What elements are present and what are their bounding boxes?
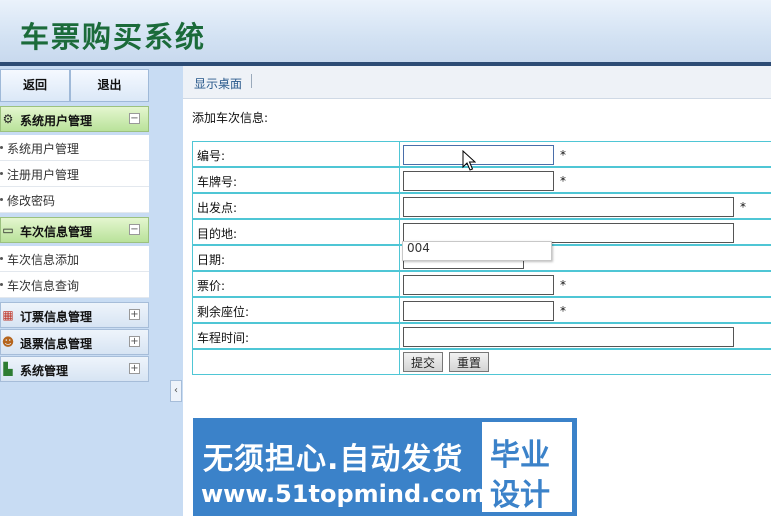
sidebar: 返回 退出 ⚙ 系统用户管理 − 系统用户管理 注册用户管理 修改密码 ▭ 车次…: [0, 66, 183, 516]
form-row-seats: 剩余座位: *: [192, 297, 771, 323]
form-row-duration: 车程时间:: [192, 323, 771, 349]
breadcrumb-divider: [251, 74, 252, 88]
label-cell: 编号:: [193, 142, 400, 166]
back-button[interactable]: 返回: [0, 69, 70, 102]
sidebar-item-train-add[interactable]: 车次信息添加: [0, 246, 149, 272]
app-title: 车票购买系统: [20, 20, 207, 54]
form-title: 添加车次信息:: [192, 111, 269, 125]
form-row-actions: 提交 重置: [192, 349, 771, 375]
autocomplete-option[interactable]: 004: [407, 241, 430, 255]
required-mark: *: [560, 304, 566, 318]
bullet-icon: [0, 146, 3, 149]
expand-icon[interactable]: +: [129, 309, 140, 320]
required-mark: *: [560, 278, 566, 292]
label-cell: 车牌号:: [193, 168, 400, 192]
gear-icon: ⚙: [2, 112, 14, 126]
departure-input[interactable]: [403, 197, 734, 217]
logout-button[interactable]: 退出: [70, 69, 149, 102]
form-row-departure: 出发点: *: [192, 193, 771, 219]
expand-icon[interactable]: +: [129, 336, 140, 347]
monitor-icon: ▭: [2, 223, 14, 237]
sidebar-collapse-button[interactable]: ‹: [170, 380, 182, 402]
sidebar-top-buttons: 返回 退出: [0, 69, 149, 102]
badge-line-2: 设计: [490, 478, 550, 513]
sidebar-item-registered-users[interactable]: 注册用户管理: [0, 161, 149, 187]
field-label: 日期:: [197, 253, 226, 267]
bullet-icon: [0, 172, 3, 175]
sidebar-group-system-admin[interactable]: ▙ 系统管理 +: [0, 356, 149, 382]
show-desktop-link[interactable]: 显示桌面: [194, 75, 242, 92]
bullet-icon: [0, 198, 3, 201]
form-row-price: 票价: *: [192, 271, 771, 297]
required-mark: *: [740, 200, 746, 214]
badge-line-1: 毕业: [490, 438, 550, 473]
sidebar-group-label: 订票信息管理: [20, 310, 93, 324]
label-cell: 剩余座位:: [193, 298, 400, 322]
sidebar-group-label: 车次信息管理: [20, 225, 93, 239]
sidebar-item-label: 车次信息查询: [7, 279, 80, 293]
required-mark: *: [560, 174, 566, 188]
field-label: 编号:: [197, 149, 226, 163]
sidebar-item-train-query[interactable]: 车次信息查询: [0, 272, 149, 298]
sidebar-item-label: 修改密码: [7, 194, 56, 208]
label-cell: 出发点:: [193, 194, 400, 218]
reset-button[interactable]: 重置: [449, 352, 489, 372]
sidebar-item-system-user-admin[interactable]: 系统用户管理: [0, 135, 149, 161]
sidebar-item-change-password[interactable]: 修改密码: [0, 187, 149, 213]
sidebar-item-label: 车次信息添加: [7, 253, 80, 267]
bullet-icon: [0, 283, 3, 286]
expand-icon[interactable]: +: [129, 363, 140, 374]
sidebar-group-label: 系统管理: [20, 364, 69, 378]
banner-slogan: 无须担心.自动发货: [203, 442, 464, 477]
sidebar-group-booking[interactable]: ▦ 订票信息管理 +: [0, 302, 149, 328]
collapse-icon[interactable]: −: [129, 113, 140, 124]
sidebar-group-label: 系统用户管理: [20, 114, 93, 128]
calendar-icon: ▦: [2, 308, 14, 322]
field-label: 出发点:: [197, 201, 238, 215]
bullet-icon: [0, 257, 3, 260]
field-label: 剩余座位:: [197, 305, 250, 319]
price-input[interactable]: [403, 275, 554, 295]
label-cell: [193, 350, 400, 374]
label-cell: 车程时间:: [193, 324, 400, 348]
banner-badge: 毕业 设计: [482, 422, 572, 513]
submit-button[interactable]: 提交: [403, 352, 443, 372]
sidebar-group-train-info[interactable]: ▭ 车次信息管理 −: [0, 217, 149, 243]
travel-time-input[interactable]: [403, 327, 734, 347]
form-row-id: 编号: *: [192, 141, 771, 167]
app-header: 车票购买系统: [0, 0, 771, 62]
promo-banner[interactable]: 无须担心.自动发货 www.51topmind.com 毕业 设计: [193, 418, 577, 516]
field-label: 目的地:: [197, 227, 238, 241]
id-input[interactable]: [403, 145, 554, 165]
field-label: 票价:: [197, 279, 226, 293]
destination-input[interactable]: [403, 223, 734, 243]
label-cell: 票价:: [193, 272, 400, 296]
plate-number-input[interactable]: [403, 171, 554, 191]
remaining-seats-input[interactable]: [403, 301, 554, 321]
form-row-plate: 车牌号: *: [192, 167, 771, 193]
sidebar-group-system-users[interactable]: ⚙ 系统用户管理 −: [0, 106, 149, 132]
sidebar-group-refund[interactable]: ☻ 退票信息管理 +: [0, 329, 149, 355]
autocomplete-dropdown[interactable]: 004: [402, 241, 552, 261]
chart-icon: ▙: [3, 362, 13, 376]
banner-url: www.51topmind.com: [201, 480, 486, 508]
person-icon: ☻: [1, 335, 15, 349]
field-label: 车牌号:: [197, 175, 238, 189]
field-label: 车程时间:: [197, 331, 250, 345]
breadcrumb-bar: 显示桌面: [183, 66, 771, 99]
mouse-cursor-icon: [462, 150, 476, 171]
sidebar-group-label: 退票信息管理: [20, 337, 93, 351]
sidebar-item-label: 注册用户管理: [7, 168, 80, 182]
sidebar-item-label: 系统用户管理: [7, 142, 80, 156]
collapse-icon[interactable]: −: [129, 224, 140, 235]
label-cell: 日期:: [193, 246, 400, 270]
required-mark: *: [560, 148, 566, 162]
label-cell: 目的地:: [193, 220, 400, 244]
